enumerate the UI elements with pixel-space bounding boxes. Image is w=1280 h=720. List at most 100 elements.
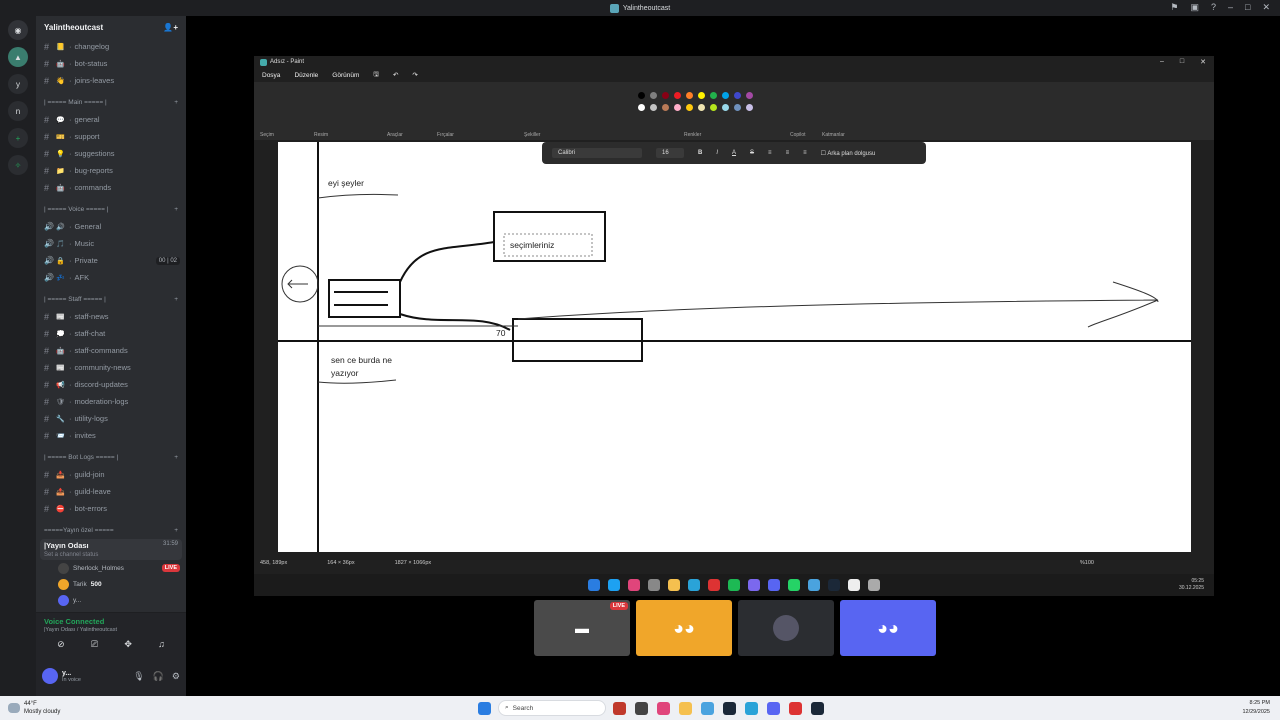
inbox-icon[interactable]: ⚑ <box>1170 2 1178 13</box>
channel-joins-leaves[interactable]: # 👋 · joins-leaves <box>36 72 186 89</box>
minimize-button[interactable]: – <box>1228 2 1233 13</box>
color-swatch <box>710 104 717 111</box>
channel-suggestions[interactable]: # 💡 · suggestions <box>36 145 186 162</box>
channel-support[interactable]: # 🎫 · support <box>36 128 186 145</box>
channel-staff-news[interactable]: # 📰 · staff-news <box>36 308 186 325</box>
taskbar-app-icon[interactable] <box>657 701 670 715</box>
category-staff[interactable]: | ===== Staff ===== | + <box>36 290 186 308</box>
channel-emoji: 🤖 <box>56 184 65 192</box>
taskbar-app-icon[interactable] <box>613 701 626 715</box>
headphones-icon[interactable]: 🎧 <box>153 671 164 682</box>
hash-icon: # <box>44 413 50 424</box>
server-header[interactable]: Yalintheoutcast 👤+ <box>36 16 186 38</box>
channel-private[interactable]: 🔊 🔒 · Private 00 | 02 <box>36 252 186 269</box>
color-swatch <box>638 104 645 111</box>
channel-community-news[interactable]: # 📰 · community-news <box>36 359 186 376</box>
voice-member[interactable]: Tarik 500 <box>36 576 186 592</box>
screen-share-icon[interactable]: ⎚ <box>91 639 98 650</box>
weather-widget[interactable]: 44°F Mostly cloudy <box>0 700 60 716</box>
server-icon-y[interactable]: y <box>8 74 28 94</box>
channel-guild-join[interactable]: # 📥 · guild-join <box>36 466 186 483</box>
color-swatch <box>710 92 717 99</box>
screen-icon[interactable]: ▣ <box>1190 2 1199 13</box>
participant-tile[interactable]: ◕◕ <box>840 600 936 656</box>
add-channel-icon[interactable]: + <box>174 527 178 534</box>
channel-bug-reports[interactable]: # 📁 · bug-reports <box>36 162 186 179</box>
participant-tile[interactable]: ◕◕ <box>636 600 732 656</box>
invite-icon[interactable]: 👤+ <box>163 23 178 32</box>
screen-icon: ▬ <box>575 620 589 636</box>
channel-general[interactable]: 🔊 🔊 · General <box>36 218 186 235</box>
taskbar-app-icon[interactable] <box>767 701 780 715</box>
color-swatch <box>662 104 669 111</box>
start-icon[interactable] <box>478 701 491 715</box>
camera-icon[interactable]: ⊘ <box>57 639 65 650</box>
taskbar-app-icon[interactable] <box>635 701 648 715</box>
help-icon[interactable]: ? <box>1211 2 1216 13</box>
channel-afk[interactable]: 🔊 💤 · AFK <box>36 269 186 286</box>
system-clock[interactable]: 8:25 PM 12/29/2025 <box>1242 699 1270 717</box>
category-main[interactable]: | ===== Main ===== | + <box>36 93 186 111</box>
channel-staff-commands[interactable]: # 🤖 · staff-commands <box>36 342 186 359</box>
voice-status[interactable]: Voice Connected <box>44 617 178 626</box>
weather-condition: Mostly cloudy <box>24 709 61 715</box>
channel-general[interactable]: # 💬 · general <box>36 111 186 128</box>
participant-tile[interactable] <box>738 600 834 656</box>
taskbar-app-icon[interactable] <box>811 701 824 715</box>
channel-invites[interactable]: # 📨 · invites <box>36 427 186 444</box>
channel-changelog[interactable]: # 📒 · changelog <box>36 38 186 55</box>
maximize-button[interactable]: □ <box>1245 2 1250 13</box>
category-yayin[interactable]: =====Yayın özel ===== + <box>36 521 186 539</box>
category-voice[interactable]: | ===== Voice ===== | + <box>36 200 186 218</box>
app-icon <box>668 579 680 591</box>
server-icon-yalintheoutcast[interactable]: ▲ <box>8 47 28 67</box>
channel-status[interactable]: Set a channel status <box>44 552 178 558</box>
search-box[interactable]: ⌕ Search <box>498 700 606 716</box>
close-button[interactable]: ✕ <box>1262 2 1270 13</box>
activities-icon[interactable]: ✥ <box>124 639 132 650</box>
channel-music[interactable]: 🔊 🎵 · Music <box>36 235 186 252</box>
app-icon <box>588 579 600 591</box>
channel-guild-leave[interactable]: # 📤 · guild-leave <box>36 483 186 500</box>
active-voice-channel[interactable]: |Yayın Odası 31:59 Set a channel status <box>40 539 182 560</box>
add-channel-icon[interactable]: + <box>174 206 178 213</box>
channel-staff-chat[interactable]: # 💭 · staff-chat <box>36 325 186 342</box>
stream-tile[interactable]: ▬ LIVE <box>534 600 630 656</box>
channel-discord-updates[interactable]: # 📢 · discord-updates <box>36 376 186 393</box>
add-channel-icon[interactable]: + <box>174 296 178 303</box>
voice-member[interactable]: Sherlock_Holmes LIVE <box>36 560 186 576</box>
channel-name: guild-leave <box>74 487 111 496</box>
soundboard-icon[interactable]: ♫ <box>158 639 165 650</box>
add-server-icon[interactable]: + <box>8 128 28 148</box>
temperature: 44°F <box>24 701 37 707</box>
server-icon-n[interactable]: n <box>8 101 28 121</box>
channel-commands[interactable]: # 🤖 · commands <box>36 179 186 196</box>
paint-icon <box>260 58 267 66</box>
channel-sidebar: Yalintheoutcast 👤+ # 📒 · changelog # 🤖 · bot-st… <box>36 16 186 696</box>
avatar[interactable] <box>42 668 58 684</box>
category-botlogs[interactable]: | ===== Bot Logs ===== | + <box>36 448 186 466</box>
discord-home-icon[interactable]: ◉ <box>8 20 28 40</box>
voice-member[interactable]: y... <box>36 592 186 608</box>
channel-bot-errors[interactable]: # ⛔ · bot-errors <box>36 500 186 517</box>
separator: · <box>69 504 72 513</box>
taskbar-app-icon[interactable] <box>723 701 736 715</box>
paint-ribbon: Seçim Resim Araçlar Fırçalar Şekiller Re… <box>254 82 1214 140</box>
add-channel-icon[interactable]: + <box>174 99 178 106</box>
separator: · <box>69 346 72 355</box>
microphone-icon[interactable]: 🎙 <box>133 671 144 682</box>
gear-icon[interactable]: ⚙ <box>172 671 180 682</box>
window-titlebar: Yalintheoutcast ⚑ ▣ ? – □ ✕ <box>0 0 1280 16</box>
stream-view[interactable]: Adsız - Paint – □ ✕ Dosya Düzenle Görünüm … <box>186 16 1280 696</box>
taskbar-app-icon[interactable] <box>701 701 714 715</box>
taskbar-app-icon[interactable] <box>679 701 692 715</box>
add-channel-icon[interactable]: + <box>174 454 178 461</box>
taskbar-app-icon[interactable] <box>789 701 802 715</box>
channel-name: joins-leaves <box>74 76 115 85</box>
channel-bot-status[interactable]: # 🤖 · bot-status <box>36 55 186 72</box>
channel-utility-logs[interactable]: # 🔧 · utility-logs <box>36 410 186 427</box>
separator: · <box>69 166 72 175</box>
taskbar-app-icon[interactable] <box>745 701 758 715</box>
explore-icon[interactable]: ✧ <box>8 155 28 175</box>
channel-moderation-logs[interactable]: # 🛡 · moderation-logs <box>36 393 186 410</box>
